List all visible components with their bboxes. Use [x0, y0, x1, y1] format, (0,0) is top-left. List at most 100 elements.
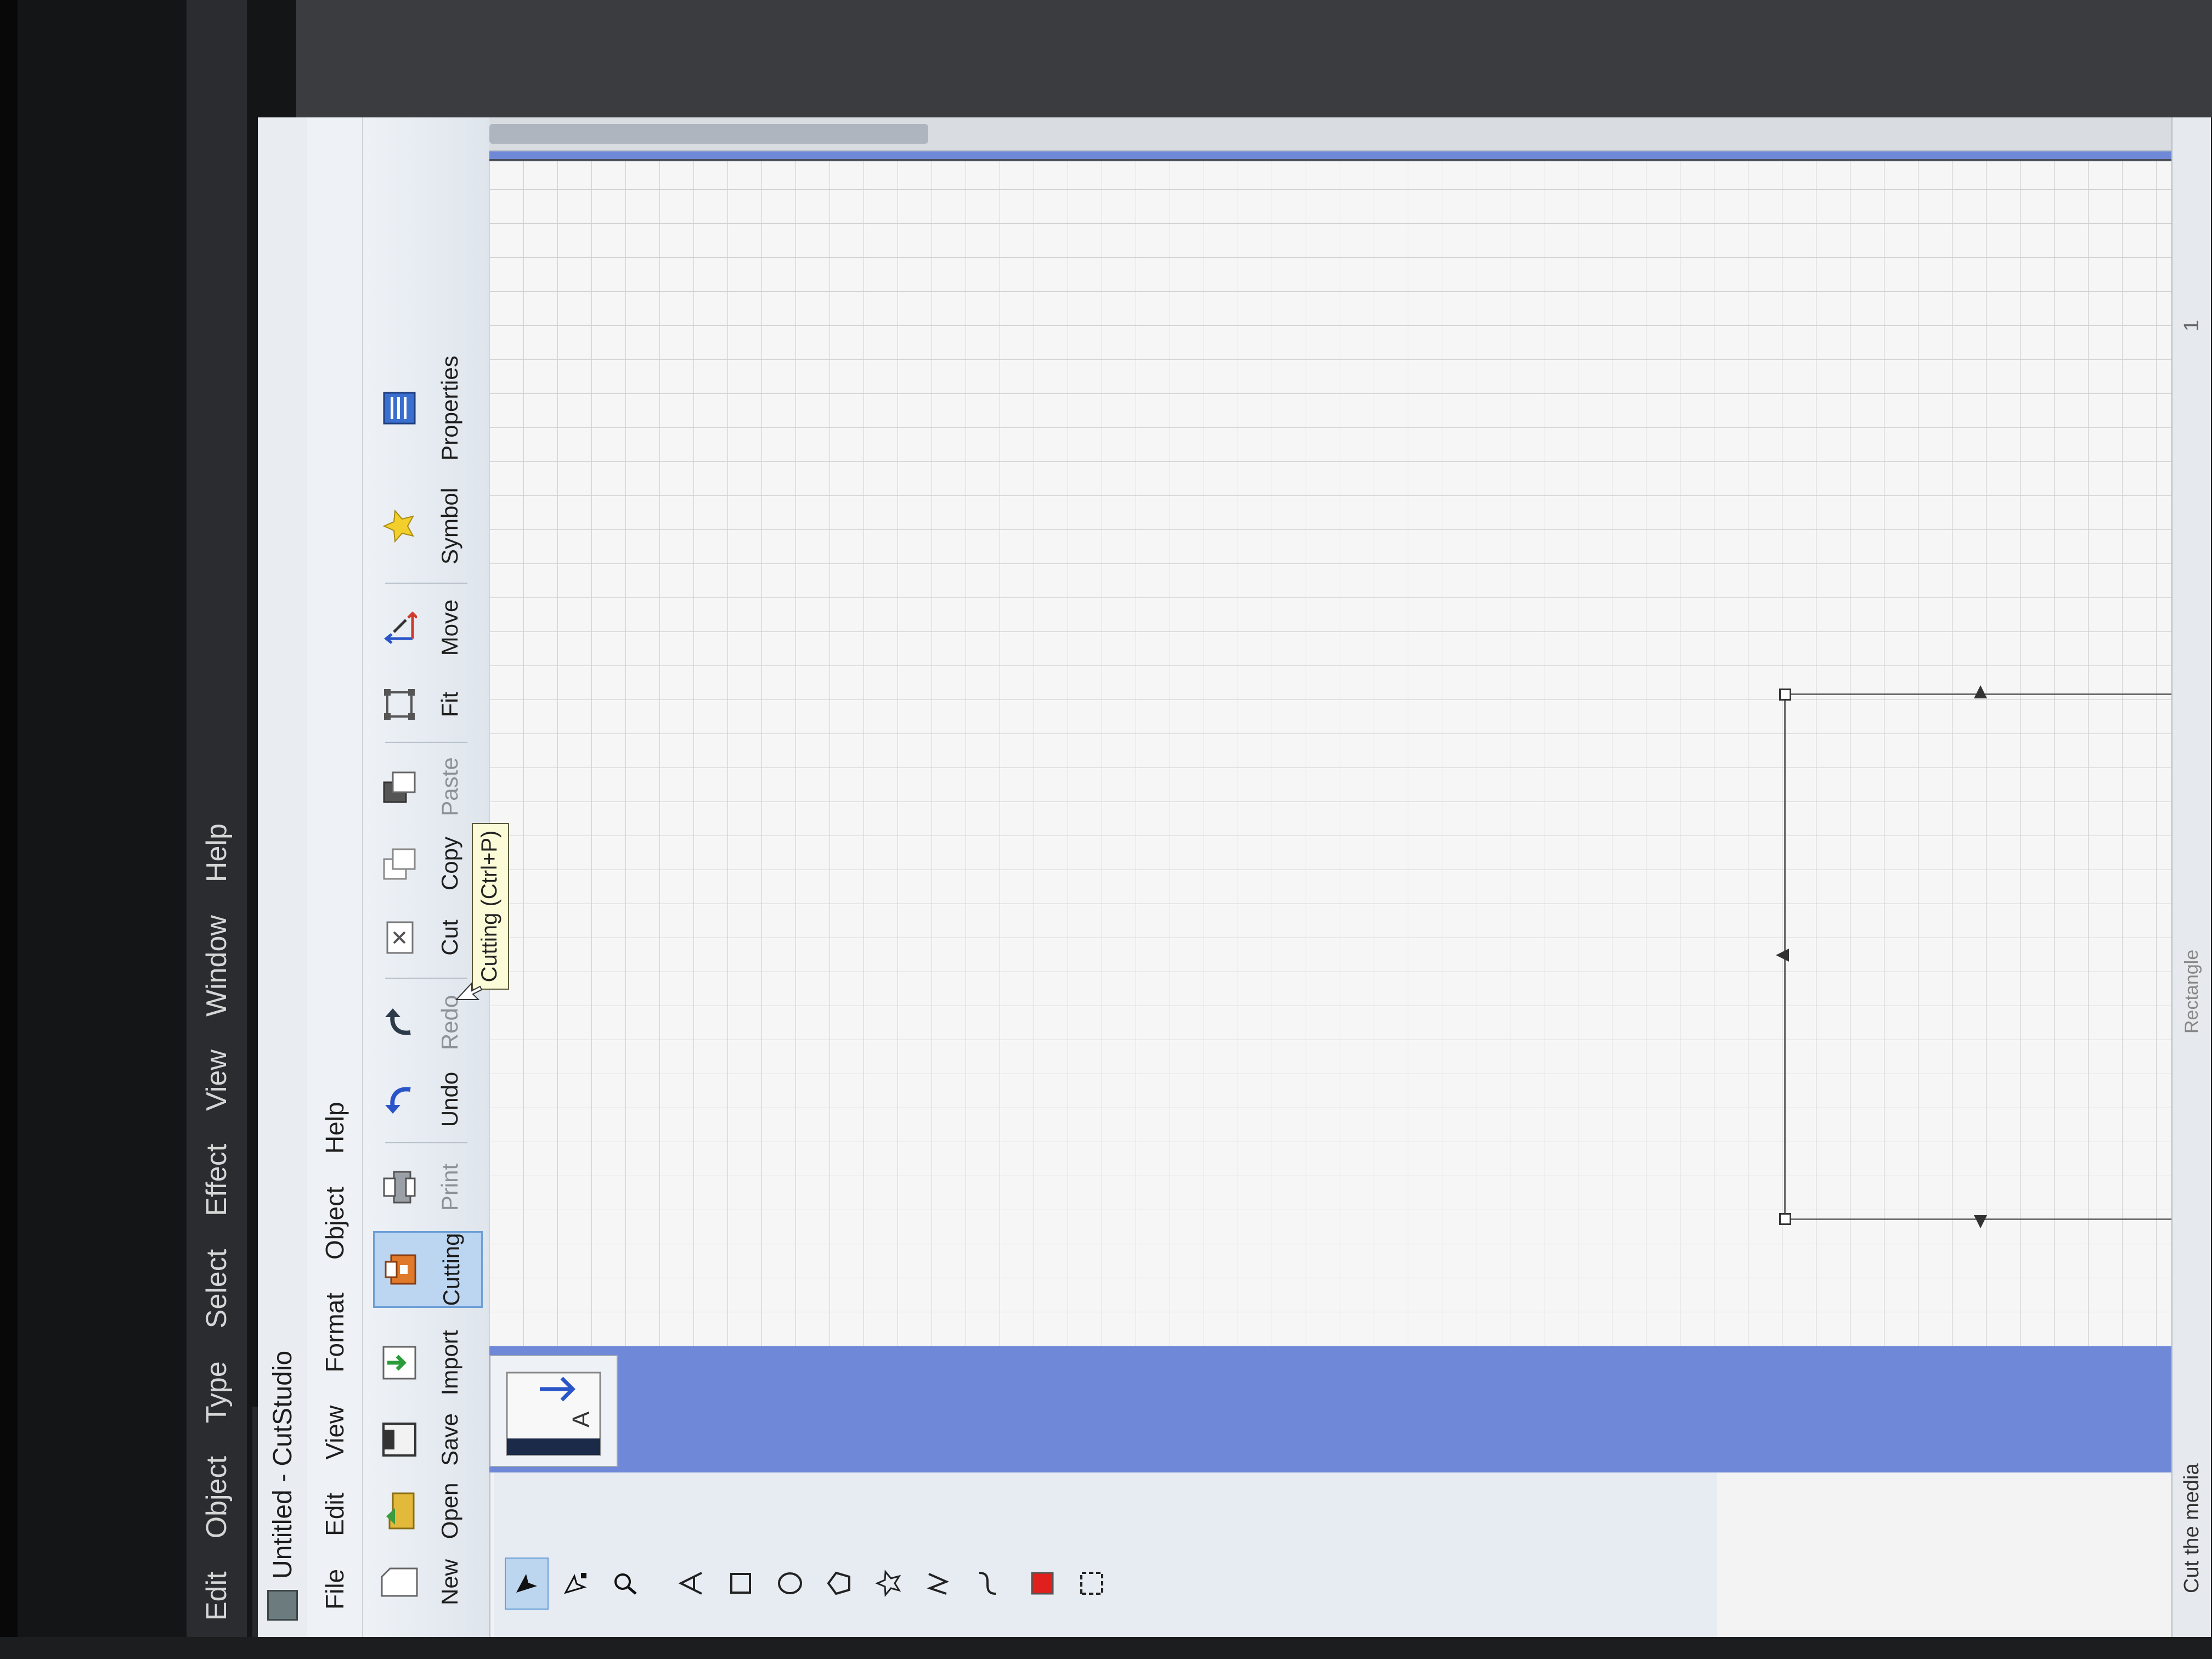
cutting-label: Cutting [438, 1233, 464, 1306]
host-menu-type[interactable]: Type [200, 1361, 233, 1423]
marquee-icon[interactable] [1070, 1558, 1114, 1610]
text-tool-icon[interactable] [669, 1558, 713, 1610]
app-menubar: File Edit View Format Object Help [307, 117, 363, 1637]
print-label: Print [437, 1163, 462, 1211]
host-menu-window[interactable]: Window [200, 915, 233, 1017]
save-button[interactable]: Save [373, 1407, 483, 1472]
cut-button[interactable]: Cut [373, 907, 483, 968]
host-menu-object[interactable]: Object [200, 1456, 233, 1538]
copy-icon [377, 842, 421, 885]
cutting-tooltip: Cutting (Ctrl+P) [472, 823, 509, 990]
resize-handle[interactable] [1779, 689, 1791, 701]
scale-arrow-icon[interactable] [1972, 1213, 1989, 1229]
copy-label: Copy [437, 836, 462, 891]
open-button[interactable]: Open [373, 1478, 483, 1544]
toolbar-separator [385, 1142, 467, 1143]
selected-rectangle[interactable] [1776, 685, 2187, 1228]
cutstudio-window: Untitled - CutStudio File Edit View Form… [258, 117, 2211, 1637]
host-menu-select[interactable]: Select [200, 1249, 233, 1329]
media-origin-marker[interactable]: A [489, 1355, 618, 1467]
scale-arrow-icon[interactable] [1972, 684, 1989, 701]
paste-icon [377, 765, 421, 809]
rectangle-tool-icon[interactable] [719, 1558, 763, 1610]
undo-button[interactable]: Undo [373, 1066, 483, 1132]
fit-label: Fit [437, 691, 462, 718]
polyline-tool-icon[interactable] [916, 1558, 960, 1610]
import-icon [377, 1341, 421, 1385]
menu-help[interactable]: Help [320, 1102, 349, 1154]
move-label: Move [437, 599, 462, 656]
symbol-label: Symbol [437, 487, 462, 565]
cutting-icon [379, 1248, 423, 1291]
polygon-tool-icon[interactable] [817, 1558, 861, 1610]
cutting-button[interactable]: Cutting [373, 1231, 483, 1308]
fit-button[interactable]: Fit [373, 677, 483, 732]
status-bar: Cut the media Rectangle 1 [2171, 117, 2211, 1637]
resize-handle[interactable] [1779, 1213, 1791, 1225]
menu-file[interactable]: File [320, 1569, 349, 1610]
scissors-icon [377, 916, 421, 960]
star-tool-icon[interactable] [867, 1558, 911, 1610]
menu-format[interactable]: Format [320, 1293, 349, 1373]
vertical-scrollbar[interactable] [489, 117, 2211, 151]
open-label: Open [437, 1482, 462, 1539]
scroll-thumb[interactable] [489, 124, 928, 144]
status-message: Cut the media [2180, 1463, 2203, 1593]
star-icon [377, 504, 421, 548]
host-menu-view[interactable]: View [200, 1049, 233, 1111]
mouse-cursor-icon [455, 981, 483, 1000]
open-folder-icon [377, 1489, 421, 1533]
fill-color-icon[interactable] [1020, 1558, 1064, 1610]
cut-label: Cut [437, 919, 462, 956]
toolbar-separator [385, 583, 467, 584]
host-menu-edit[interactable]: Edit [200, 1571, 233, 1621]
svg-text:A: A [568, 1411, 595, 1427]
undo-label: Undo [437, 1071, 462, 1127]
window-title: Untitled - CutStudio [268, 1350, 297, 1579]
scale-arrow-icon[interactable] [1775, 947, 1791, 963]
monitor-bezel [0, 0, 18, 1659]
curve-tool-icon[interactable] [966, 1558, 1009, 1610]
move-icon [377, 606, 421, 650]
toolbar-separator [385, 742, 467, 743]
copy-button[interactable]: Copy [373, 831, 483, 896]
paste-button[interactable]: Paste [373, 754, 483, 820]
redo-label: Redo [437, 995, 462, 1051]
host-side-panel [296, 0, 2212, 117]
properties-button[interactable]: Properties [373, 353, 483, 463]
new-label: New [437, 1559, 462, 1606]
paste-label: Paste [437, 757, 462, 816]
properties-label: Properties [437, 356, 462, 461]
ellipse-tool-icon[interactable] [768, 1558, 812, 1610]
select-arrow-icon[interactable] [505, 1558, 549, 1610]
menu-object[interactable]: Object [320, 1187, 349, 1260]
menu-edit[interactable]: Edit [320, 1493, 349, 1536]
app-icon [267, 1590, 298, 1621]
workspace-area[interactable]: A [489, 117, 2211, 1472]
new-button[interactable]: New [373, 1549, 483, 1615]
host-menu-effect[interactable]: Effect [200, 1144, 233, 1216]
printer-icon [377, 1165, 421, 1209]
photo-frame: Edit Object Type Select Effect View Wind… [0, 0, 2212, 1659]
move-button[interactable]: Move [373, 595, 483, 661]
redo-icon [377, 1001, 421, 1045]
media-sheet[interactable] [489, 159, 2203, 1346]
monitor-bezel-left [0, 1637, 2212, 1659]
new-document-icon [377, 1560, 421, 1604]
host-menu-help[interactable]: Help [200, 823, 233, 882]
window-titlebar: Untitled - CutStudio [258, 117, 307, 1637]
zoom-icon[interactable] [603, 1558, 647, 1610]
floppy-disk-icon [377, 1418, 421, 1462]
import-button[interactable]: Import [373, 1324, 483, 1401]
save-label: Save [437, 1413, 462, 1466]
node-edit-icon[interactable] [554, 1558, 598, 1610]
page-number[interactable]: 1 [2172, 320, 2211, 331]
symbol-button[interactable]: Symbol [373, 485, 483, 567]
host-menubar: Edit Object Type Select Effect View Wind… [187, 0, 247, 1637]
properties-icon [377, 386, 421, 430]
import-label: Import [437, 1330, 462, 1396]
status-object-type: Rectangle [2181, 949, 2202, 1034]
print-button[interactable]: Print [373, 1154, 483, 1220]
drawing-tools-panel [494, 1471, 1717, 1637]
menu-view[interactable]: View [320, 1406, 349, 1460]
